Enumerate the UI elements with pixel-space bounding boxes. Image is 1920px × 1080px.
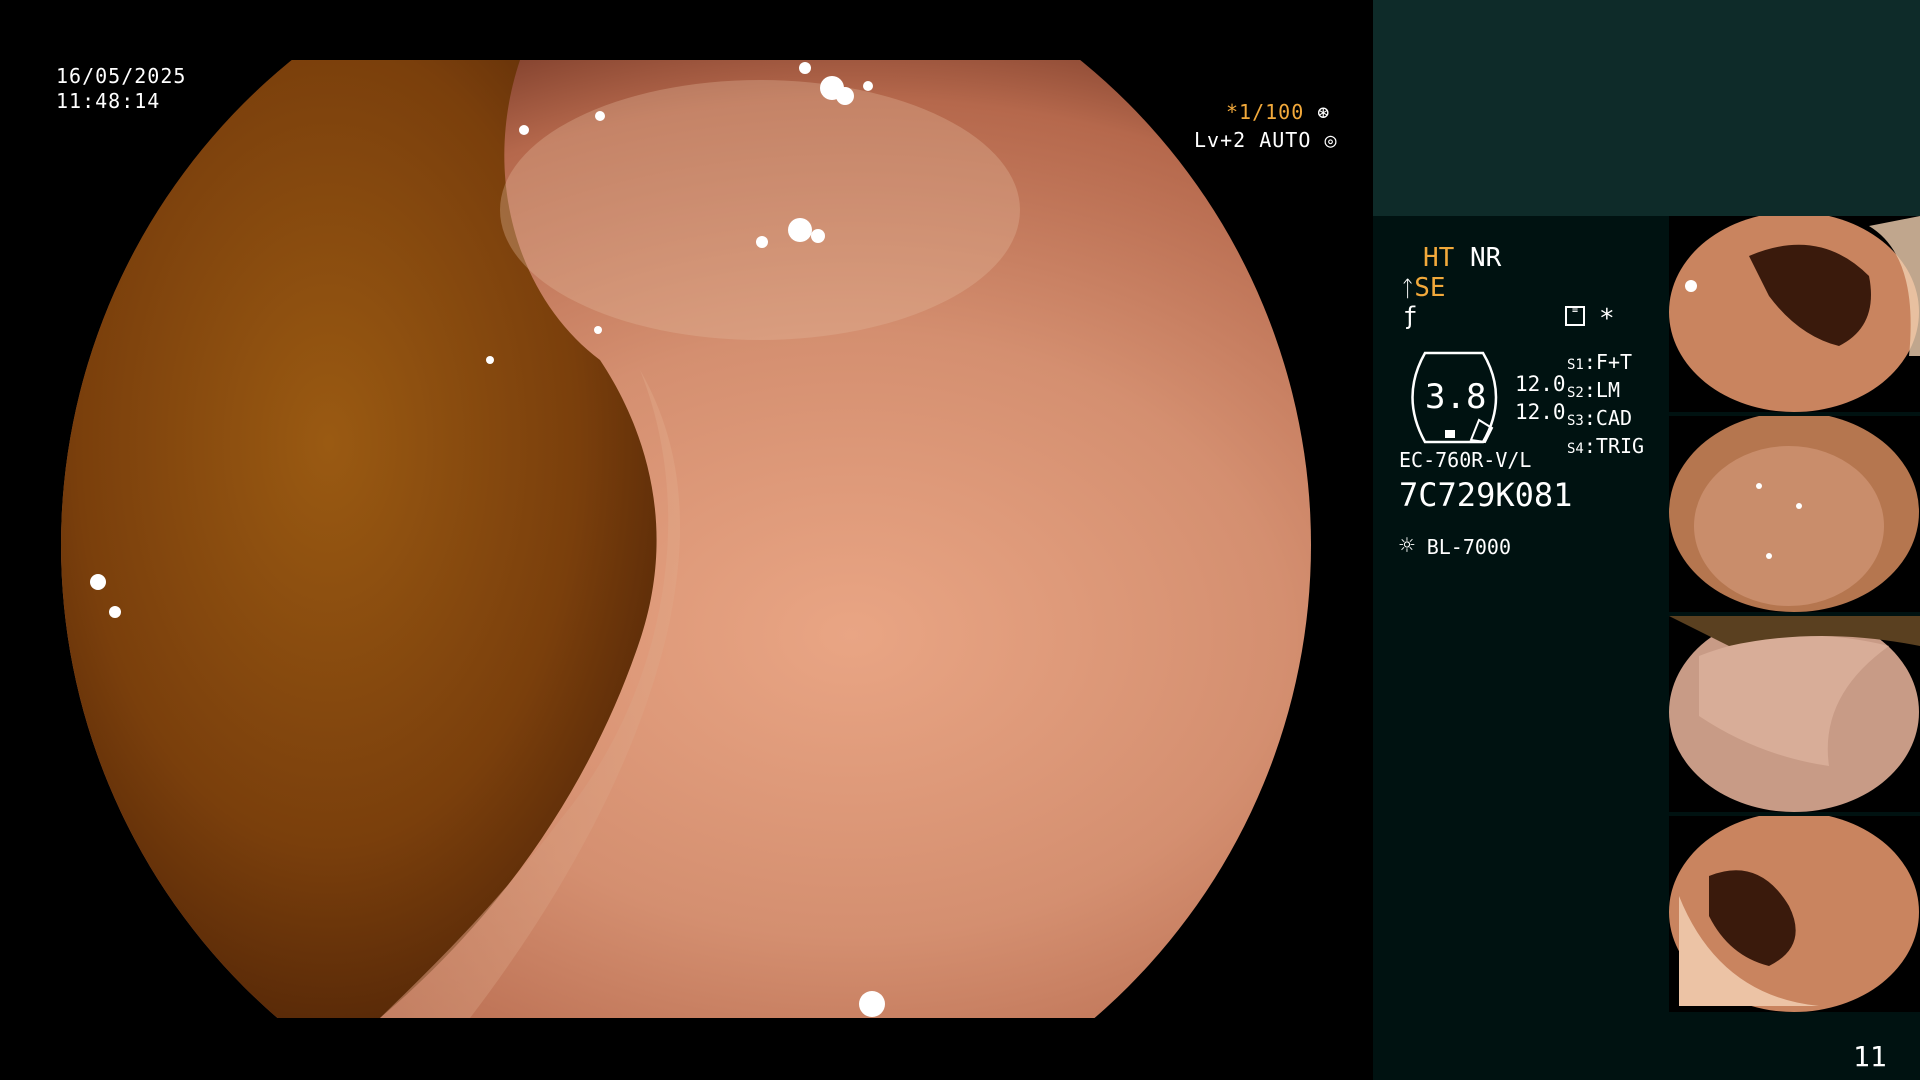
value-1: 12.0	[1515, 372, 1566, 396]
page-number: 11	[1853, 1040, 1887, 1073]
brightness-level: Lv+2	[1194, 128, 1247, 152]
asterisk-indicator: *	[1599, 304, 1615, 334]
shutter-speed: *1/100	[1226, 100, 1305, 124]
switch-value: LM	[1595, 378, 1620, 402]
switch-value: CAD	[1595, 406, 1633, 430]
aperture-icon: ⊛	[1317, 100, 1331, 124]
light-source-label: BL-7000	[1426, 535, 1511, 559]
shutter-indicator: *1/100 ⊛	[1226, 100, 1330, 124]
f-curve-icon: ƒ	[1403, 302, 1418, 330]
switch-item-s4: S4:TRIG	[1567, 434, 1645, 458]
light-source-icon: ☼	[1399, 531, 1415, 561]
light-source-row: ☼ BL-7000	[1399, 531, 1511, 561]
iris-mode: AUTO	[1259, 128, 1312, 152]
captured-image-4[interactable]	[1669, 816, 1920, 1012]
switch-key: S2	[1567, 385, 1584, 401]
structure-enhance-row: ᛏSE	[1401, 273, 1446, 303]
endoscope-viewport: 16/05/2025 11:48:14 *1/100 ⊛ Lv+2 AUTO ◎	[0, 0, 1373, 1080]
switch-key: S3	[1567, 413, 1584, 429]
info-panel: HT NR ᛏSE ƒ ≡ * 3.8 12.0 12.0 S1:F+T S2:…	[1373, 0, 1920, 1080]
captured-image-1[interactable]	[1669, 216, 1920, 412]
switch-list: S1:F+T S2:LM S3:CAD S4:TRIG	[1567, 350, 1644, 462]
gauge-value: 3.8	[1425, 377, 1487, 417]
switch-item-s1: S1:F+T	[1567, 350, 1633, 374]
se-indicator: SE	[1414, 273, 1446, 303]
switch-value: TRIG	[1595, 434, 1645, 458]
switch-item-s3: S3:CAD	[1567, 406, 1633, 430]
iris-icon: ◎	[1324, 128, 1338, 152]
value-2: 12.0	[1515, 400, 1566, 424]
scope-serial: 7C729K081	[1399, 476, 1573, 514]
date-label: 16/05/2025	[56, 64, 187, 88]
switch-item-s2: S2:LM	[1567, 378, 1620, 402]
memo-icon: ≡	[1565, 306, 1585, 326]
enhancement-row: HT NR	[1423, 243, 1501, 273]
switch-value: F+T	[1595, 350, 1633, 374]
switch-key: S1	[1567, 357, 1584, 373]
captured-image-2[interactable]	[1669, 416, 1920, 612]
panel-header-area	[1373, 0, 1920, 216]
endoscope-image	[0, 0, 1373, 1080]
ht-indicator: HT	[1423, 243, 1455, 273]
switch-key: S4	[1567, 441, 1584, 457]
structure-enhance-icon: ᛏ	[1401, 277, 1415, 302]
brightness-indicator: Lv+2 AUTO ◎	[1194, 128, 1337, 152]
time-label: 11:48:14	[56, 89, 161, 113]
nr-indicator: NR	[1469, 243, 1502, 273]
captured-image-3[interactable]	[1669, 616, 1920, 812]
scope-model: EC-760R-V/L	[1399, 448, 1532, 472]
